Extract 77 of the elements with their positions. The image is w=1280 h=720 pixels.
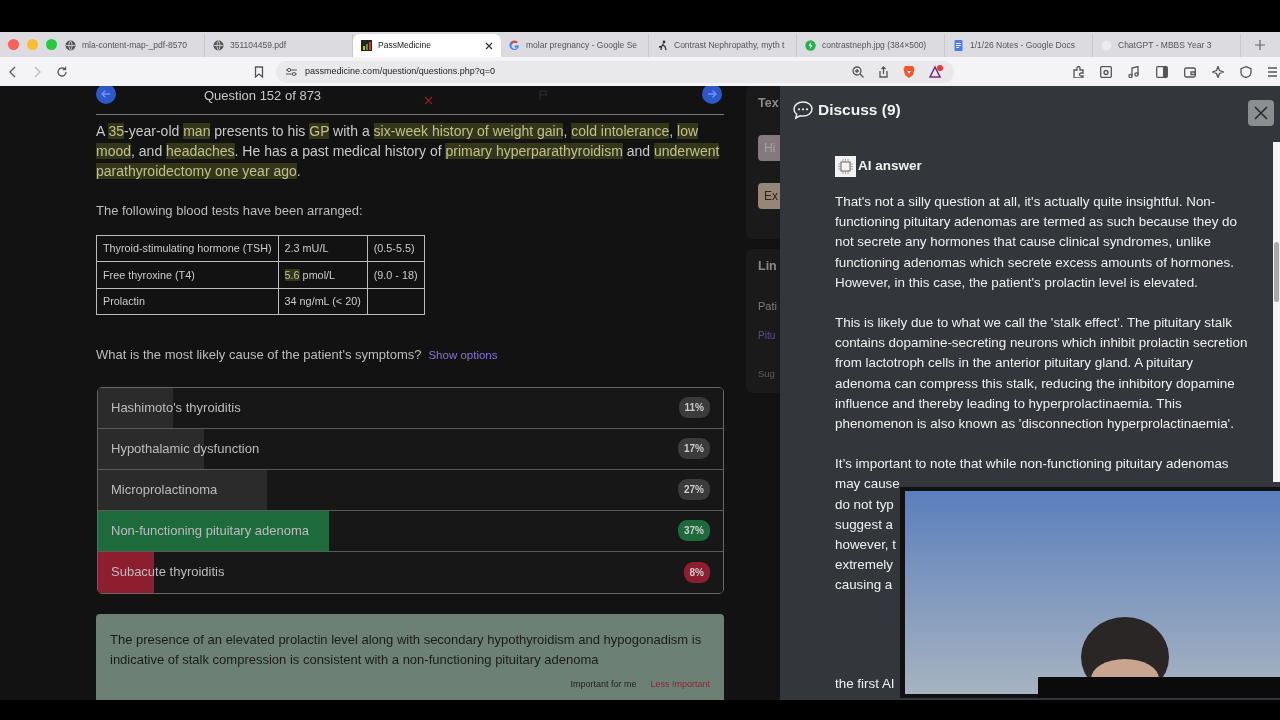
close-icon[interactable] <box>485 41 493 50</box>
bar-chart-icon <box>361 40 372 51</box>
answer-text: may cause <box>835 475 900 494</box>
answer-option[interactable]: Hashimoto's thyroiditis 11% <box>98 387 723 429</box>
explanation-text: The presence of an elevated prolactin level along with secondary hypothyroidism and hypogonadism is indicative of stalk compression is consistent with a non-functioning pituitary adenoma <box>110 630 703 669</box>
tune-icon[interactable] <box>286 66 298 77</box>
answer-option[interactable]: Hypothalamic dysfunction 17% <box>98 428 723 470</box>
music-icon[interactable] <box>1128 65 1140 78</box>
speech-bubble-icon <box>792 100 814 120</box>
zoom-icon[interactable] <box>852 65 865 78</box>
sidebar-label: Pati <box>758 298 777 314</box>
globe-icon <box>65 40 76 51</box>
percent-badge: 17% <box>678 438 710 459</box>
browser-tab[interactable]: PassMedicine <box>353 34 501 57</box>
search-panel-icon[interactable] <box>1100 65 1112 78</box>
show-options-link[interactable]: Show options <box>428 347 498 365</box>
google-icon <box>509 40 520 51</box>
answer-text: do not typ <box>835 495 894 514</box>
lion-shield-icon[interactable] <box>903 65 916 78</box>
lightning-circle-icon <box>805 40 816 51</box>
answer-text: suggest a <box>835 515 894 534</box>
previous-question-button[interactable] <box>96 86 116 104</box>
bookmark-icon[interactable] <box>254 65 265 78</box>
table-cell: 34 ng/mL (< 20) <box>278 288 368 315</box>
answer-paragraph: That's not a silly question at all, it's actually quite insightful. Non-functioning pituitary adenomas are termed as such because they do not secrete any hormones that cause clinical syndromes, unlike functioning adenomas which secrete excess amounts of hormones. However, in this case, the patient's prolactin level is elevated. <box>835 193 1238 292</box>
scrollbar[interactable] <box>1273 142 1280 482</box>
arrow-left-icon <box>101 89 111 99</box>
next-question-button[interactable] <box>702 86 722 104</box>
back-icon[interactable] <box>8 65 18 78</box>
sparkle-icon[interactable] <box>1212 65 1224 78</box>
table-cell: (0.5-5.5) <box>367 235 425 262</box>
sidebar-text: Sug <box>758 367 775 381</box>
table-cell: (9.0 - 18) <box>367 261 425 288</box>
wallet-icon[interactable] <box>1184 65 1196 78</box>
close-button[interactable] <box>1248 100 1274 126</box>
tests-intro-text: The following blood tests have been arranged: <box>96 202 364 220</box>
answer-text: the first AI <box>835 674 895 693</box>
sidebar-icon[interactable] <box>1156 65 1168 78</box>
document-icon <box>953 40 964 51</box>
answer-paragraph: This is likely due to what we call the 'stalk effect'. The pituitary stalk contains dopamine-secreting neurons which inhibit prolactin secretion from lactotroph cells in the anterior pituitary gland. A pituitary adenoma can compress this stalk, reducing the inhibitory dopamine influence and thereby leading to hyperprolactinaemia. This phenomenon is also known as 'disconnection hyperprolactinaemia'. <box>835 314 1249 434</box>
address-bar[interactable]: passmedicine.com/question/questions.php?q=0 <box>276 60 955 83</box>
section-heading: Tex <box>758 95 779 112</box>
answer-option[interactable]: Non-functioning pituitary adenoma 37% <box>98 510 723 552</box>
percent-badge: 11% <box>678 397 710 418</box>
answer-author: AI answer <box>858 157 922 176</box>
close-icon <box>1254 106 1268 120</box>
important-link[interactable]: Important for me <box>570 673 637 694</box>
new-tab-icon[interactable] <box>1255 39 1265 50</box>
ai-chip-icon <box>835 156 856 177</box>
menu-icon[interactable] <box>1268 65 1280 78</box>
percent-badge: 27% <box>678 479 710 500</box>
answer-text: extremely <box>835 556 894 575</box>
puzzle-icon[interactable] <box>1072 65 1084 78</box>
percent-badge: 37% <box>678 520 710 541</box>
question-prompt: What is the most likely cause of the patient's symptoms? <box>96 346 422 364</box>
answer-text: causing a <box>835 576 893 595</box>
table-cell: Thyroid-stimulating hormone (TSH) <box>96 235 279 262</box>
runner-icon <box>657 40 668 51</box>
triangle-icon[interactable] <box>929 65 945 78</box>
reload-icon[interactable] <box>56 65 68 78</box>
panel-title: Discuss (9) <box>818 100 901 121</box>
shield-icon[interactable] <box>1240 65 1252 78</box>
sidebar-button[interactable]: Ex <box>758 182 780 209</box>
table-cell: Prolactin <box>96 288 279 315</box>
question-text: A 35-year-old man presents to his GP with a six-week history of weight gain, cold intolerance, low mood, and headaches. He has a past medical history of primary hyperparathyroidism and underwent parathyroidectomy one year ago. <box>96 122 721 181</box>
question-counter: Question 152 of 873 <box>204 87 322 106</box>
section-heading: Lin <box>758 257 777 275</box>
answer-text: however, t <box>835 536 897 555</box>
answer-option[interactable]: Microprolactinoma 27% <box>98 469 723 511</box>
table-cell: 2.3 mU/L <box>278 235 368 262</box>
table-cell: 5.6 pmol/L <box>278 261 368 288</box>
table-cell: Free thyroxine (T4) <box>96 261 279 288</box>
percent-badge: 8% <box>683 561 710 583</box>
share-icon[interactable] <box>878 65 890 78</box>
globe-icon <box>213 40 224 51</box>
arrow-right-icon <box>707 89 717 99</box>
answer-paragraph: It’s important to note that while non-functioning pituitary adenomas <box>835 455 1230 474</box>
